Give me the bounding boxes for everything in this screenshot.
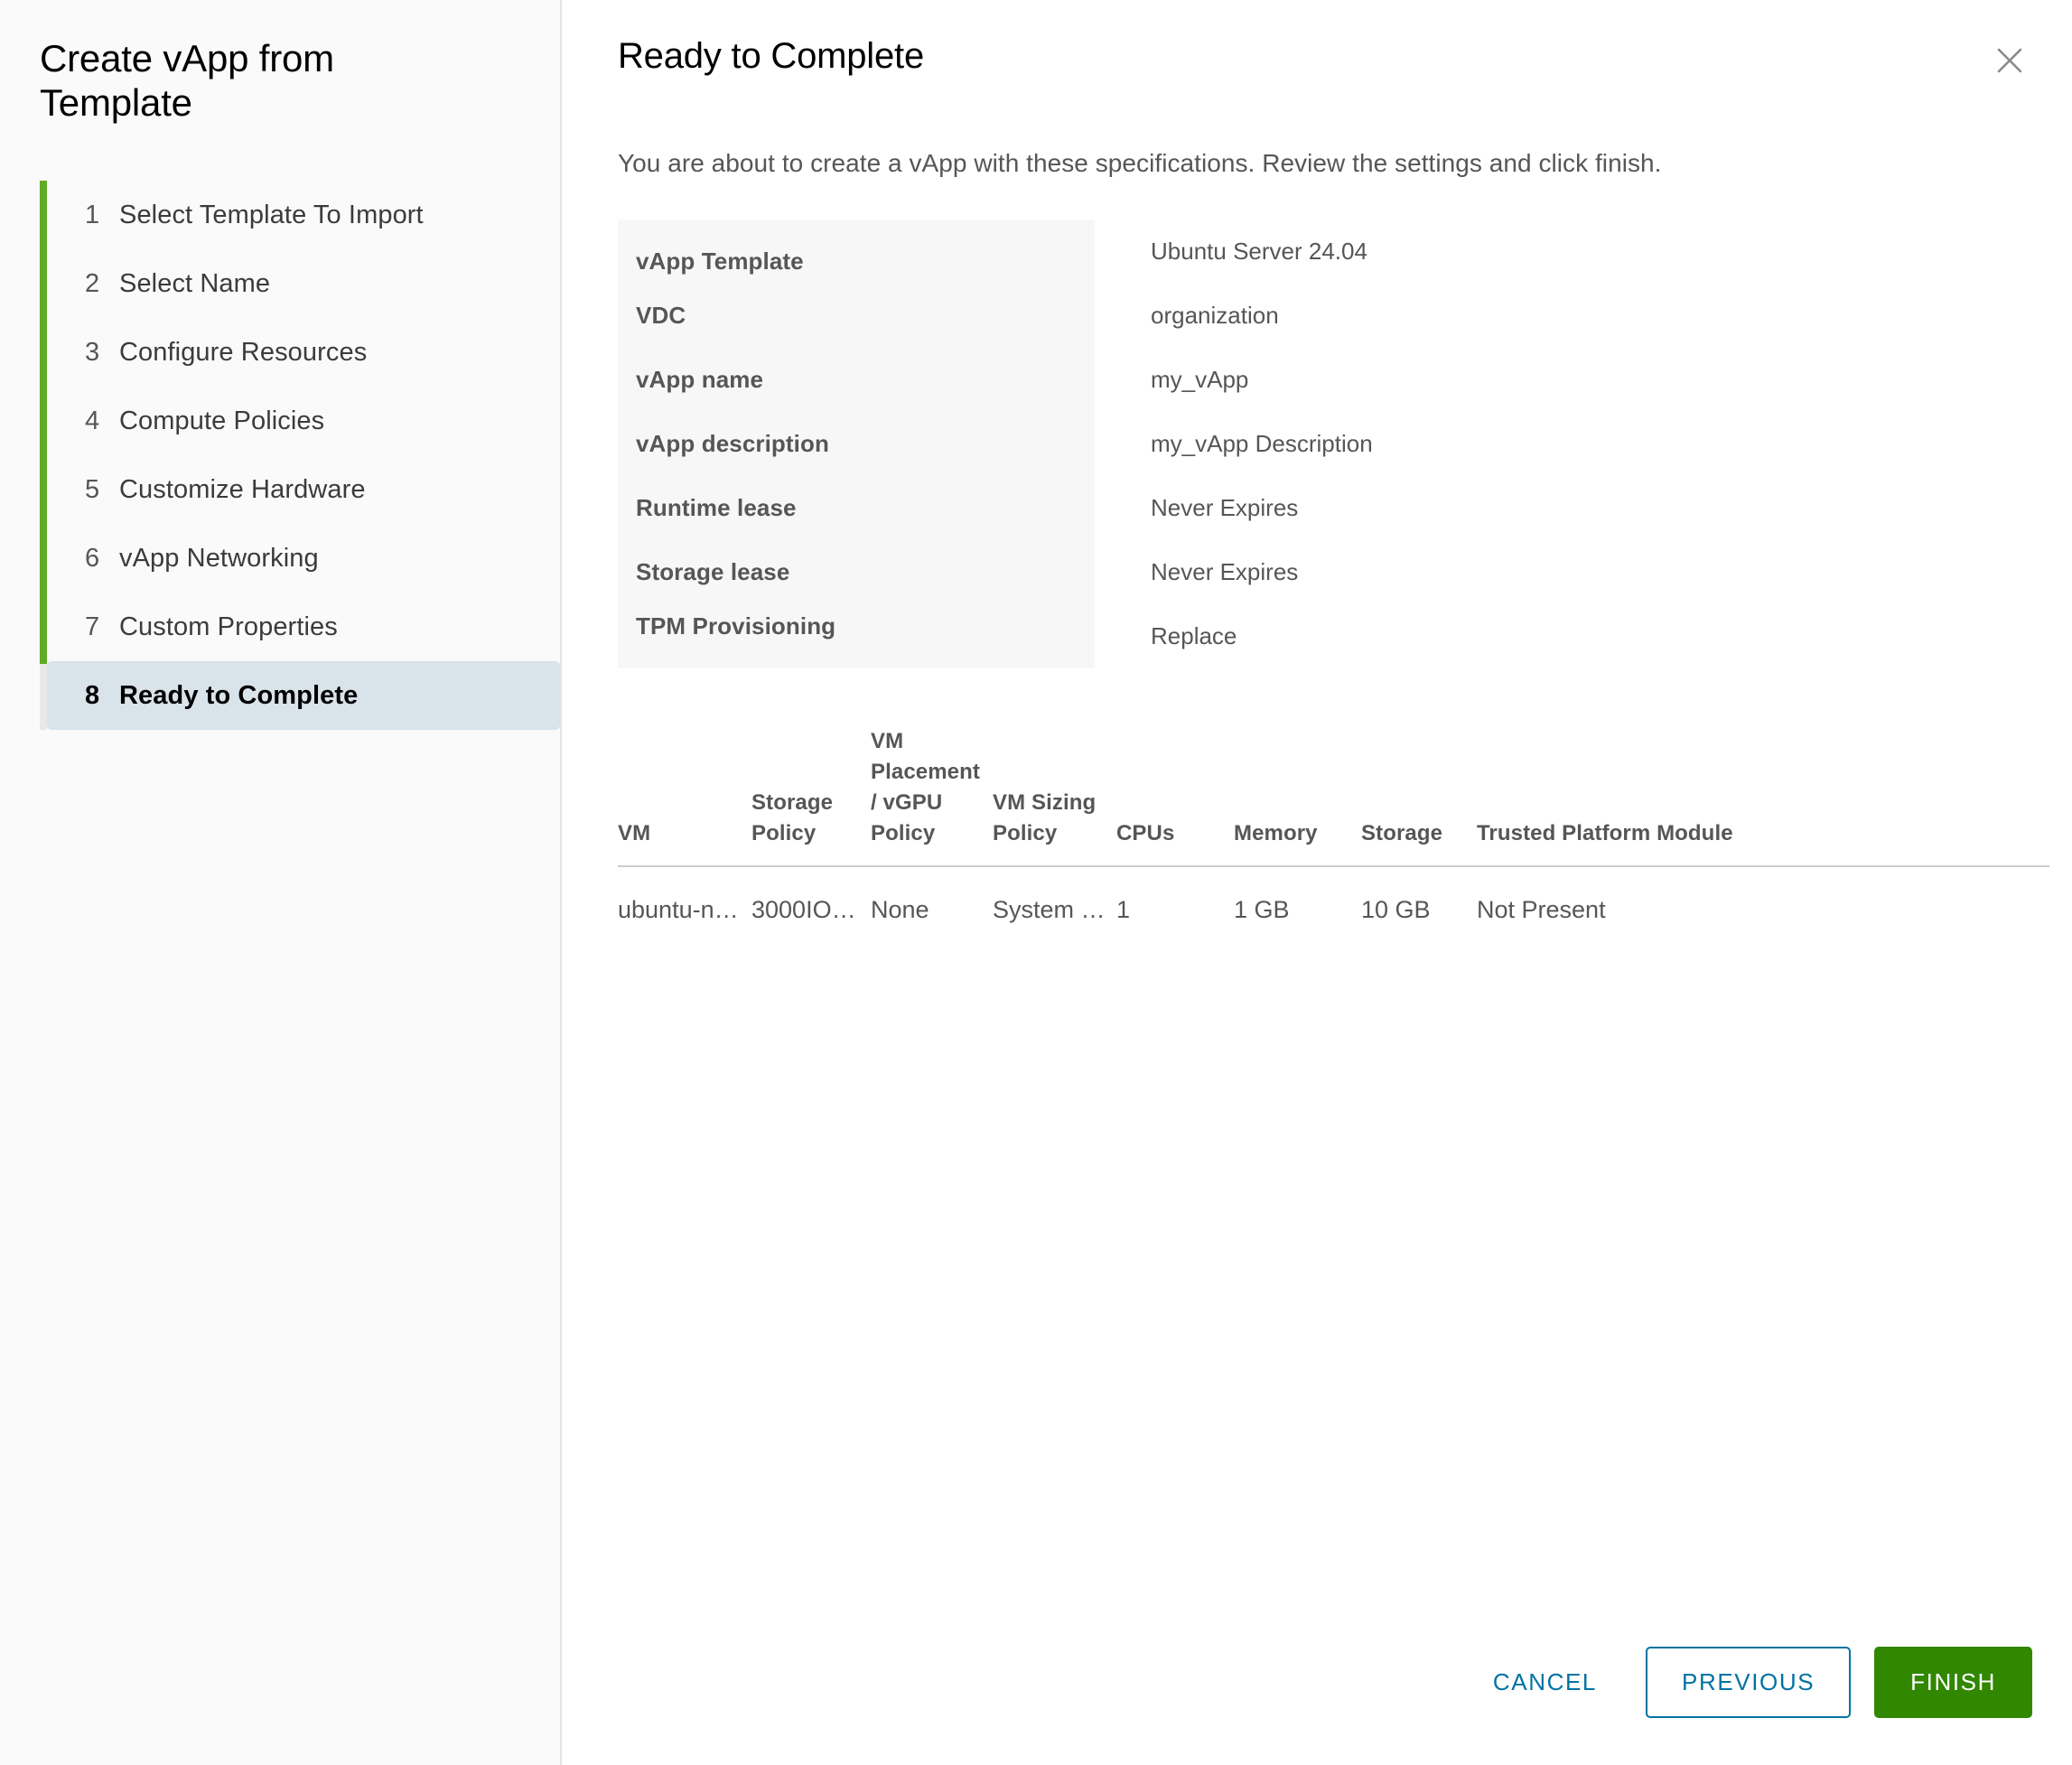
steps-progress-fill — [40, 181, 47, 665]
spec-label: Runtime lease — [618, 476, 1095, 540]
spec-row-vapp-description: vApp description my_vApp Description — [618, 412, 2054, 476]
spec-label: vApp name — [618, 348, 1095, 412]
cell-storage: 10 GB — [1361, 896, 1431, 924]
cell-vm: ubuntu-nobl… — [618, 896, 751, 924]
step-number: 6 — [85, 543, 100, 573]
sidebar-step-select-name[interactable]: 2 Select Name — [47, 249, 560, 318]
spec-value: Never Expires — [1151, 558, 1299, 585]
cancel-button[interactable]: CANCEL — [1470, 1652, 1620, 1713]
spec-row-vdc: VDC organization — [618, 284, 2054, 348]
step-number: 1 — [85, 200, 100, 229]
step-label: Custom Properties — [119, 612, 338, 641]
steps-progress-rail — [40, 181, 47, 731]
column-header-memory: Memory — [1234, 726, 1361, 868]
sidebar-step-ready-to-complete[interactable]: 8 Ready to Complete — [47, 661, 560, 731]
cell-memory: 1 GB — [1234, 896, 1290, 924]
vm-table: VM Storage Policy VM Placement / vGPU Po… — [618, 726, 2049, 953]
spec-row-vapp-template: vApp Template Ubuntu Server 24.04 — [618, 219, 2054, 284]
step-number: 4 — [85, 406, 100, 435]
spec-value: my_vApp Description — [1151, 430, 1373, 457]
vm-table-header-row: VM Storage Policy VM Placement / vGPU Po… — [618, 726, 2049, 868]
step-number: 8 — [85, 680, 100, 710]
spec-label: VDC — [618, 284, 1095, 348]
column-header-vm: VM — [618, 726, 751, 868]
cell-cpus: 1 — [1116, 896, 1131, 924]
step-label: Select Name — [119, 268, 271, 298]
wizard-sidebar: Create vApp from Template 1 Select Templ… — [0, 0, 562, 1765]
step-number: 5 — [85, 474, 100, 504]
column-header-cpus: CPUs — [1116, 726, 1234, 868]
column-header-storage: Storage — [1361, 726, 1477, 868]
spec-value: Replace — [1151, 622, 1237, 649]
sidebar-step-compute-policies[interactable]: 4 Compute Policies — [47, 387, 560, 455]
spec-value: my_vApp — [1151, 366, 1249, 393]
page-title: Ready to Complete — [618, 36, 925, 76]
step-label: Configure Resources — [119, 337, 368, 367]
close-icon — [1992, 42, 2028, 79]
step-label: Ready to Complete — [119, 680, 359, 710]
sidebar-step-configure-resources[interactable]: 3 Configure Resources — [47, 318, 560, 387]
column-header-tpm: Trusted Platform Module — [1477, 726, 2049, 868]
spec-row-vapp-name: vApp name my_vApp — [618, 348, 2054, 412]
intro-text: You are about to create a vApp with thes… — [618, 149, 1662, 177]
spec-summary-table: vApp Template Ubuntu Server 24.04 VDC or… — [618, 219, 2054, 668]
sidebar-step-vapp-networking[interactable]: 6 vApp Networking — [47, 524, 560, 593]
spec-label: vApp description — [618, 412, 1095, 476]
spec-label: vApp Template — [618, 219, 1095, 284]
column-header-sizing-policy: VM Sizing Policy — [993, 726, 1116, 868]
cell-tpm: Not Present — [1477, 896, 1606, 924]
spec-label: TPM Provisioning — [618, 604, 1095, 668]
finish-button[interactable]: FINISH — [1874, 1647, 2032, 1718]
step-label: Select Template To Import — [119, 200, 424, 229]
step-label: vApp Networking — [119, 543, 319, 573]
wizard-content: Ready to Complete You are about to creat… — [562, 0, 2072, 1765]
spec-row-storage-lease: Storage lease Never Expires — [618, 540, 2054, 604]
wizard-footer: CANCEL PREVIOUS FINISH — [1470, 1647, 2032, 1718]
cell-sizing-policy: System De… — [993, 896, 1116, 924]
sidebar-step-select-template[interactable]: 1 Select Template To Import — [47, 181, 560, 249]
step-number: 2 — [85, 268, 100, 298]
table-row: ubuntu-nobl… 3000IOPS … None System De… … — [618, 866, 2049, 953]
wizard-title: Create vApp from Template — [40, 37, 334, 125]
step-label: Customize Hardware — [119, 474, 366, 504]
sidebar-step-customize-hardware[interactable]: 5 Customize Hardware — [47, 455, 560, 524]
step-number: 7 — [85, 612, 100, 641]
spec-row-tpm-provisioning: TPM Provisioning Replace — [618, 604, 2054, 668]
close-button[interactable] — [1982, 33, 2038, 89]
sidebar-step-custom-properties[interactable]: 7 Custom Properties — [47, 593, 560, 661]
previous-button[interactable]: PREVIOUS — [1646, 1647, 1852, 1718]
cell-placement-policy: None — [871, 896, 929, 924]
step-number: 3 — [85, 337, 100, 367]
wizard-steps: 1 Select Template To Import 2 Select Nam… — [0, 181, 560, 731]
column-header-placement-policy: VM Placement / vGPU Policy — [871, 726, 993, 868]
spec-value: organization — [1151, 302, 1279, 329]
vm-table-container: VM Storage Policy VM Placement / vGPU Po… — [618, 726, 2049, 953]
spec-label: Storage lease — [618, 540, 1095, 604]
spec-value: Ubuntu Server 24.04 — [1151, 238, 1367, 265]
column-header-storage-policy: Storage Policy — [751, 726, 871, 868]
step-label: Compute Policies — [119, 406, 325, 435]
spec-value: Never Expires — [1151, 494, 1299, 521]
create-vapp-wizard: Create vApp from Template 1 Select Templ… — [0, 0, 2072, 1765]
spec-row-runtime-lease: Runtime lease Never Expires — [618, 476, 2054, 540]
cell-storage-policy: 3000IOPS … — [751, 896, 871, 924]
